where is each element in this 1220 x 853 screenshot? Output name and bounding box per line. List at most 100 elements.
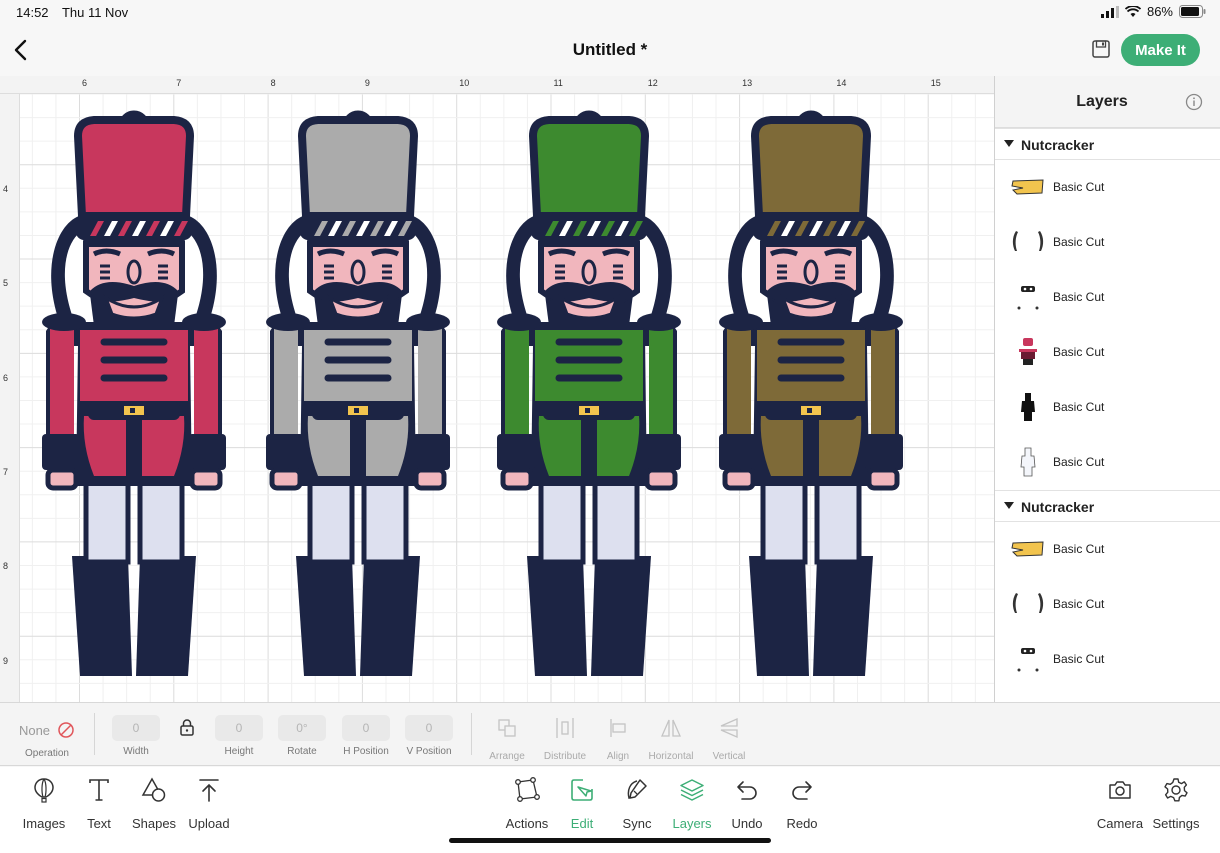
h-position-input[interactable]: 0 (342, 715, 390, 741)
none-icon (58, 722, 74, 738)
shapes-button[interactable]: Shapes (124, 776, 184, 831)
upload-button[interactable]: Upload (179, 776, 239, 831)
layer-item-label: Basic Cut (1053, 235, 1105, 249)
shapes-icon (141, 777, 166, 802)
layers-label: Layers (672, 816, 712, 831)
battery-icon (1179, 5, 1206, 18)
layers-panel-header: Layers (995, 76, 1220, 128)
make-it-button[interactable]: Make It (1121, 34, 1200, 66)
width-input[interactable]: 0 (112, 715, 160, 741)
v-position-control[interactable]: 0 V Position (405, 715, 453, 757)
text-button[interactable]: Text (69, 776, 129, 831)
v-position-input[interactable]: 0 (405, 715, 453, 741)
info-icon[interactable] (1185, 93, 1203, 111)
collapse-triangle-icon[interactable] (1004, 502, 1014, 509)
width-control[interactable]: 0 Width (112, 715, 160, 757)
operation-control[interactable]: None Operation (14, 717, 80, 759)
align-icon (610, 719, 626, 737)
redo-icon (792, 781, 812, 800)
nutcracker-red[interactable] (42, 110, 226, 676)
layer-item[interactable]: Basic Cut (995, 577, 1220, 632)
home-indicator[interactable] (449, 838, 771, 843)
camera-icon (1109, 781, 1131, 799)
layer-item[interactable]: Basic Cut (995, 215, 1220, 270)
layer-item[interactable]: Basic Cut (995, 160, 1220, 215)
layer-item-label: Basic Cut (1053, 542, 1105, 556)
sync-label: Sync (622, 816, 652, 831)
distribute-label: Distribute (543, 751, 587, 762)
layer-item[interactable]: Basic Cut (995, 632, 1220, 687)
height-control[interactable]: 0 Height (215, 715, 263, 757)
balloon-icon (34, 778, 54, 803)
lock-icon[interactable] (179, 718, 195, 736)
layer-item-label: Basic Cut (1053, 652, 1105, 666)
nutcracker-figures[interactable] (0, 76, 994, 702)
layer-group[interactable]: Nutcracker (995, 128, 1220, 160)
face-details-icon (1017, 286, 1039, 310)
layer-item[interactable]: Basic Cut (995, 522, 1220, 577)
back-arrow-icon[interactable] (8, 36, 36, 64)
layer-item[interactable]: Basic Cut (995, 270, 1220, 325)
save-icon[interactable] (1090, 38, 1112, 60)
face-details-icon (1017, 648, 1039, 672)
images-label: Images (22, 816, 66, 831)
layer-group-name: Nutcracker (1021, 499, 1095, 515)
layer-item-label: Basic Cut (1053, 290, 1105, 304)
camera-label: Camera (1096, 816, 1144, 831)
edit-label: Edit (570, 816, 594, 831)
layer-item[interactable]: Basic Cut (995, 380, 1220, 435)
arrange-icon (498, 719, 516, 737)
nutcracker-grey[interactable] (266, 110, 450, 676)
operation-value: None (18, 722, 51, 738)
redo-button[interactable]: Redo (772, 776, 832, 831)
rotate-input[interactable]: 0° (278, 715, 326, 741)
layer-item-label: Basic Cut (1053, 455, 1105, 469)
layer-item[interactable]: Basic Cut (995, 435, 1220, 490)
design-canvas[interactable]: 6 7 8 9 10 11 12 13 14 15 456789 (0, 76, 994, 702)
flip-vertical-button[interactable]: Vertical (702, 715, 756, 762)
upload-label: Upload (188, 816, 230, 831)
layer-item[interactable]: Basic Cut (995, 325, 1220, 380)
hair-icon (1012, 231, 1044, 251)
layers-panel: Layers Nutcracker Basic Cut Basic Cut Ba… (994, 76, 1220, 702)
sync-button[interactable]: Sync (607, 776, 667, 831)
layer-item-label: Basic Cut (1053, 400, 1105, 414)
actions-button[interactable]: Actions (497, 776, 557, 831)
align-button[interactable]: Align (593, 715, 643, 762)
rotate-control[interactable]: 0° Rotate (278, 715, 326, 757)
battery-percent: 86% (1146, 4, 1173, 19)
layer-group[interactable]: Nutcracker (995, 490, 1220, 522)
top-bar: Untitled * Make It (0, 24, 1220, 76)
camera-button[interactable]: Camera (1090, 776, 1150, 831)
edit-button[interactable]: Edit (552, 776, 612, 831)
height-label: Height (224, 746, 254, 757)
distribute-icon (556, 718, 574, 738)
layer-item-label: Basic Cut (1053, 180, 1105, 194)
nutcracker-brown[interactable] (719, 110, 903, 676)
settings-button[interactable]: Settings (1146, 776, 1206, 831)
h-position-label: H Position (343, 746, 389, 757)
colored-body-icon (1019, 338, 1037, 365)
flip-horizontal-label: Horizontal (648, 751, 694, 762)
text-label: Text (87, 816, 111, 831)
images-button[interactable]: Images (14, 776, 74, 831)
height-input[interactable]: 0 (215, 715, 263, 741)
flip-horizontal-icon (661, 719, 681, 737)
h-position-control[interactable]: 0 H Position (342, 715, 390, 757)
hat-band-icon (1011, 179, 1044, 195)
distribute-button[interactable]: Distribute (540, 715, 590, 762)
flip-horizontal-button[interactable]: Horizontal (643, 715, 699, 762)
settings-label: Settings (1152, 816, 1200, 831)
gear-icon (1164, 778, 1188, 802)
edit-bar: None Operation 0 Width 0 Height 0° Rotat… (0, 702, 1220, 766)
signal-icon (1100, 5, 1119, 18)
width-label: Width (123, 746, 149, 757)
layers-button[interactable]: Layers (662, 776, 722, 831)
undo-button[interactable]: Undo (717, 776, 777, 831)
layers-title: Layers (1076, 93, 1128, 110)
actions-icon (515, 777, 540, 802)
hat-band-icon (1011, 541, 1044, 557)
nutcracker-green[interactable] (497, 110, 681, 676)
arrange-button[interactable]: Arrange (482, 715, 532, 762)
collapse-triangle-icon[interactable] (1004, 140, 1014, 147)
